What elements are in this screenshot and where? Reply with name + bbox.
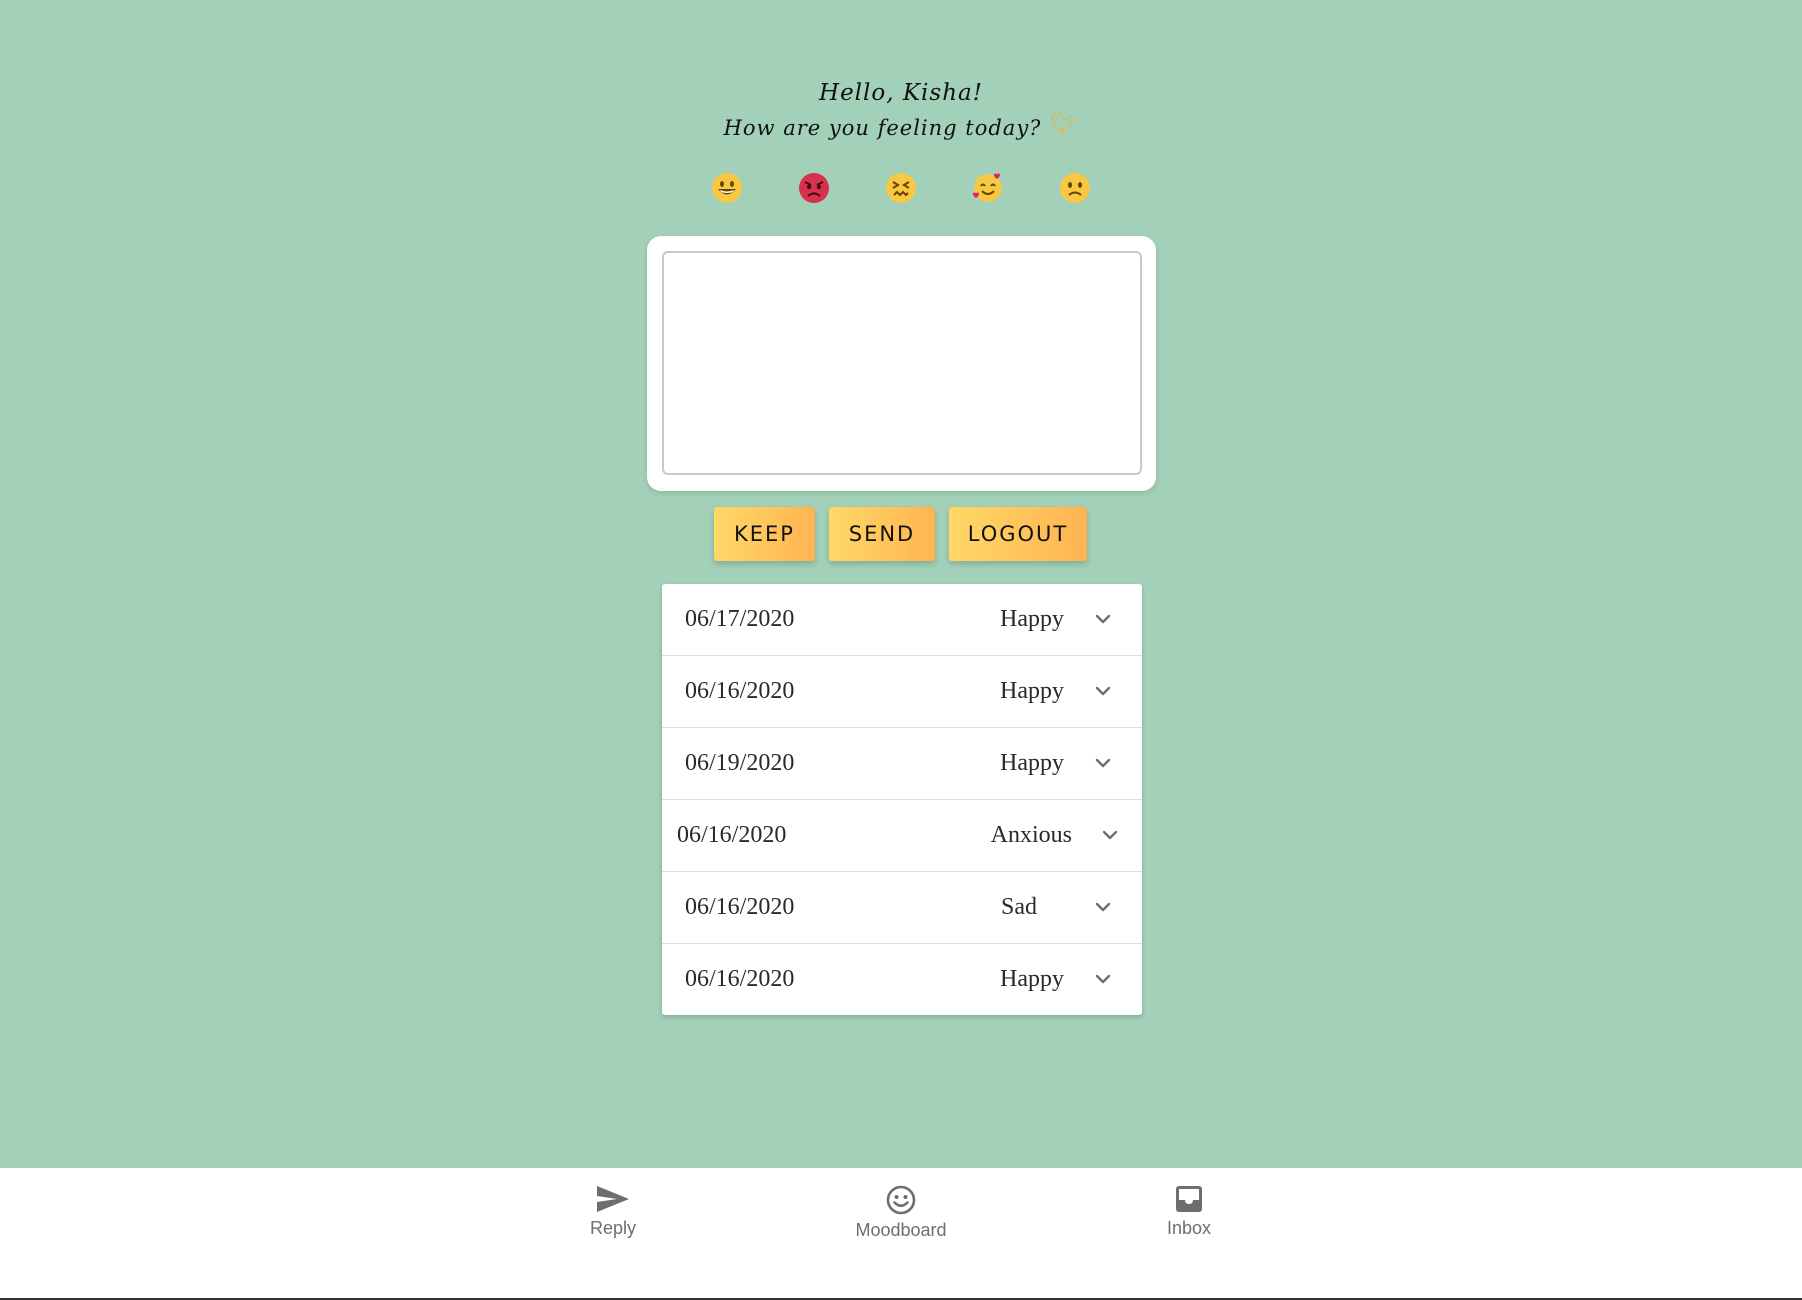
nav-reply[interactable]: Reply bbox=[533, 1184, 693, 1239]
entry-date: 06/16/2020 bbox=[685, 966, 795, 992]
entry-row[interactable]: 06/16/2020 Sad bbox=[662, 872, 1142, 944]
greeting-question-line: How are you feeling today? 🐦︎ bbox=[0, 112, 1802, 141]
journal-card bbox=[647, 236, 1156, 491]
confounded-face-icon[interactable] bbox=[885, 172, 917, 204]
entry-date: 06/16/2020 bbox=[685, 894, 795, 920]
entry-mood: Happy bbox=[1000, 606, 1064, 632]
nav-reply-label: Reply bbox=[589, 1218, 637, 1238]
chevron-down-icon[interactable] bbox=[1101, 826, 1119, 844]
smiling-face-with-hearts-icon[interactable] bbox=[972, 172, 1004, 204]
keep-button[interactable]: KEEP bbox=[714, 507, 815, 561]
nav-moodboard[interactable]: Moodboard bbox=[821, 1184, 981, 1241]
angry-face-icon[interactable] bbox=[798, 172, 830, 204]
entry-mood: Happy bbox=[1000, 966, 1064, 992]
bird-icon: 🐦︎ bbox=[1049, 112, 1079, 137]
logout-button[interactable]: LOGOUT bbox=[949, 507, 1087, 561]
entry-row[interactable]: 06/19/2020 Happy bbox=[662, 728, 1142, 800]
grinning-face-icon[interactable] bbox=[711, 172, 743, 204]
smiley-icon bbox=[886, 1185, 916, 1215]
entry-mood: Anxious bbox=[990, 822, 1072, 848]
chevron-down-icon[interactable] bbox=[1094, 898, 1112, 916]
entry-mood: Sad bbox=[1001, 894, 1037, 920]
entry-date: 06/16/2020 bbox=[677, 822, 787, 848]
mood-entry-list: 06/17/2020 Happy 06/16/2020 Happy 06/19/… bbox=[662, 584, 1142, 1015]
entry-date: 06/17/2020 bbox=[685, 606, 795, 632]
entry-mood: Happy bbox=[1000, 750, 1064, 776]
entry-date: 06/16/2020 bbox=[685, 678, 795, 704]
entry-date: 06/19/2020 bbox=[685, 750, 795, 776]
greeting-question: How are you feeling today? bbox=[723, 116, 1042, 140]
bottom-navigation: Reply Moodboard Inbox bbox=[0, 1168, 1802, 1300]
chevron-down-icon[interactable] bbox=[1094, 970, 1112, 988]
entry-row[interactable]: 06/17/2020 Happy bbox=[662, 584, 1142, 656]
nav-inbox-label: Inbox bbox=[1166, 1218, 1212, 1238]
greeting-title: Hello, Kisha! bbox=[819, 80, 983, 106]
main-stage: Hello, Kisha! How are you feeling today?… bbox=[0, 0, 1802, 1168]
slightly-frowning-face-icon[interactable] bbox=[1059, 172, 1091, 204]
send-button[interactable]: SEND bbox=[829, 507, 935, 561]
mood-picker bbox=[711, 172, 1101, 212]
inbox-icon bbox=[1176, 1186, 1202, 1212]
journal-input[interactable] bbox=[662, 251, 1142, 475]
nav-moodboard-label: Moodboard bbox=[855, 1220, 947, 1240]
entry-row[interactable]: 06/16/2020 Happy bbox=[662, 944, 1142, 1015]
entry-mood: Happy bbox=[1000, 678, 1064, 704]
chevron-down-icon[interactable] bbox=[1094, 610, 1112, 628]
send-icon bbox=[597, 1186, 629, 1212]
nav-inbox[interactable]: Inbox bbox=[1109, 1184, 1269, 1239]
entry-row[interactable]: 06/16/2020 Happy bbox=[662, 656, 1142, 728]
chevron-down-icon[interactable] bbox=[1094, 682, 1112, 700]
chevron-down-icon[interactable] bbox=[1094, 754, 1112, 772]
entry-row[interactable]: 06/16/2020 Anxious bbox=[662, 800, 1142, 872]
